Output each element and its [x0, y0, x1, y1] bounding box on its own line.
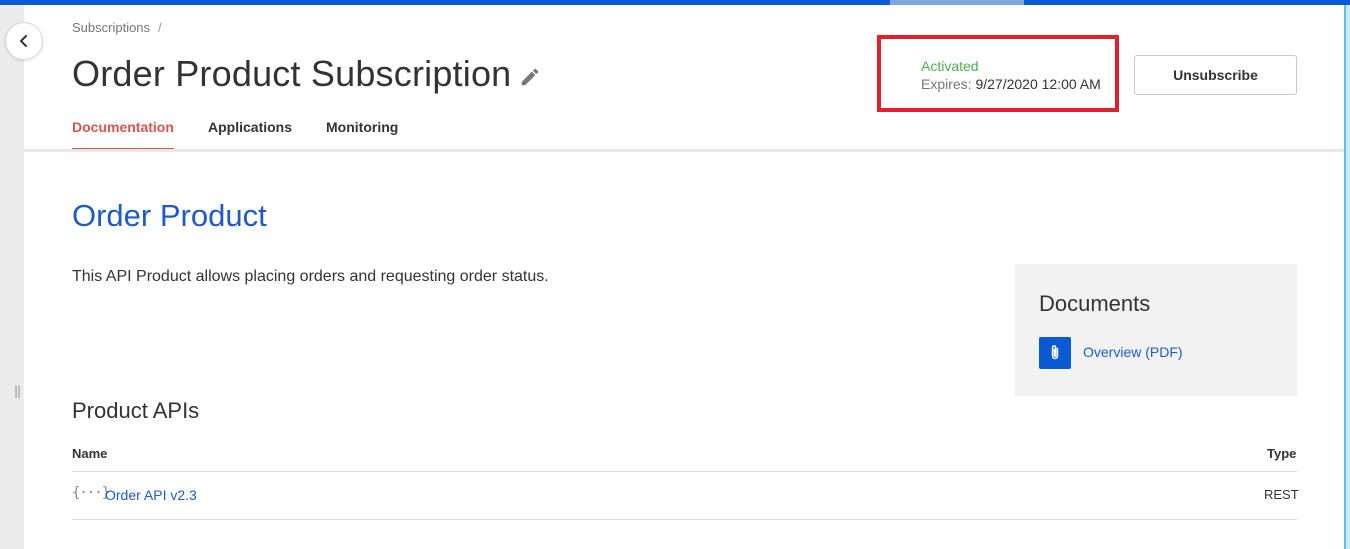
breadcrumb: Subscriptions / [72, 20, 162, 35]
tab-applications[interactable]: Applications [208, 119, 292, 151]
column-header-type: Type [1267, 446, 1297, 461]
api-link-order-api[interactable]: Order API v2.3 [105, 487, 197, 503]
product-title: Order Product [72, 198, 267, 233]
paperclip-icon[interactable] [1039, 337, 1071, 369]
status-text: Activated [921, 58, 979, 74]
paperclip-glyph [1051, 345, 1059, 360]
expires-label: Expires: [921, 76, 972, 92]
top-accent-bar [0, 0, 1350, 5]
product-apis-title: Product APIs [72, 398, 200, 423]
left-rail[interactable]: || [0, 5, 24, 549]
page-title: Order Product Subscription [72, 53, 512, 94]
right-scroll-edge [1344, 5, 1350, 549]
right-edge-line [1344, 5, 1346, 549]
status-highlight-box: Activated Expires: 9/27/2020 12:00 AM [877, 35, 1119, 112]
product-description: This API Product allows placing orders a… [72, 268, 549, 285]
tab-monitoring[interactable]: Monitoring [326, 119, 398, 151]
resize-handle-icon[interactable]: || [14, 384, 21, 398]
api-braces-icon: {···} [72, 485, 110, 501]
chevron-left-icon [20, 35, 27, 47]
top-bar-segment [890, 0, 1024, 5]
documents-title: Documents [1039, 291, 1151, 316]
breadcrumb-item-subscriptions[interactable]: Subscriptions [72, 20, 150, 35]
document-link-overview[interactable]: Overview (PDF) [1083, 344, 1183, 360]
table-divider-bottom [72, 519, 1297, 520]
documents-panel: Documents Overview (PDF) [1015, 264, 1297, 396]
pencil-icon[interactable] [519, 66, 541, 88]
tab-documentation[interactable]: Documentation [72, 119, 174, 151]
table-divider [72, 471, 1297, 472]
expires-value: 9/27/2020 12:00 AM [975, 76, 1101, 92]
unsubscribe-button[interactable]: Unsubscribe [1134, 55, 1297, 95]
column-header-name: Name [72, 446, 108, 461]
expiry-text: Expires: 9/27/2020 12:00 AM [921, 76, 1101, 92]
tabs-divider [24, 149, 1344, 152]
breadcrumb-separator: / [158, 20, 162, 35]
api-type: REST [1264, 487, 1299, 502]
back-button[interactable] [5, 22, 43, 60]
